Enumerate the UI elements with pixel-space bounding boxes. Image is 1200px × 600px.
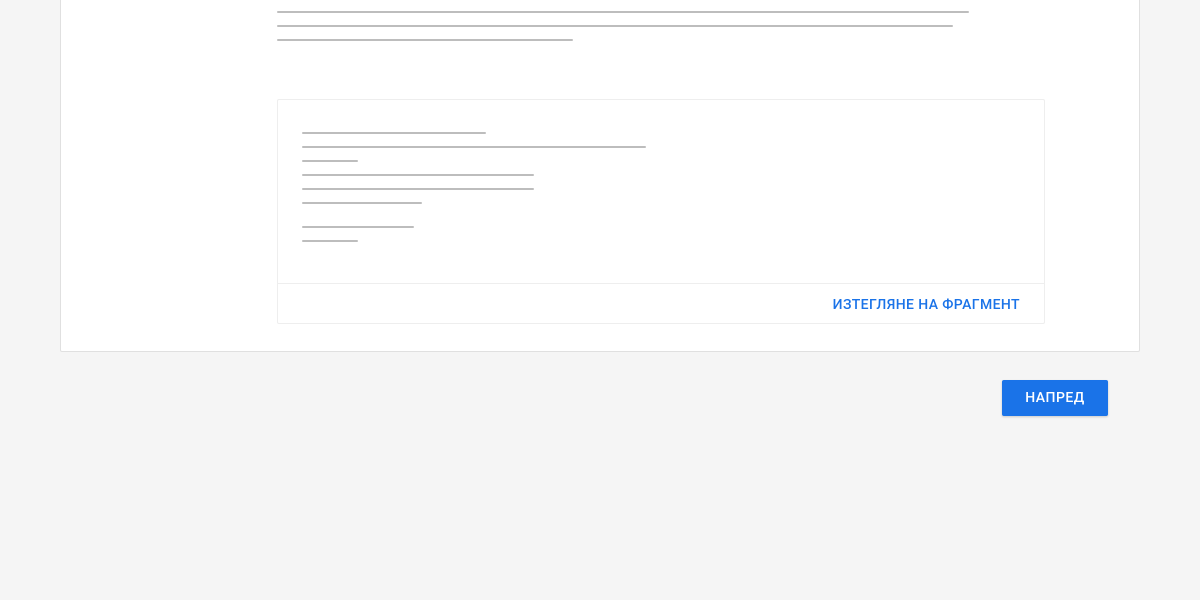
placeholder-line	[277, 25, 953, 27]
placeholder-line	[302, 132, 486, 134]
placeholder-line	[302, 174, 534, 176]
placeholder-line	[277, 11, 969, 13]
snippet-card: ИЗТЕГЛЯНЕ НА ФРАГМЕНТ	[277, 99, 1045, 324]
placeholder-line	[302, 202, 422, 204]
snippet-body	[278, 100, 1044, 283]
description-placeholder	[277, 11, 1045, 53]
next-button[interactable]: НАПРЕД	[1002, 380, 1108, 416]
content-card: ИЗТЕГЛЯНЕ НА ФРАГМЕНТ	[60, 0, 1140, 352]
placeholder-line	[302, 188, 534, 190]
snippet-footer: ИЗТЕГЛЯНЕ НА ФРАГМЕНТ	[278, 283, 1044, 325]
placeholder-line	[302, 240, 358, 242]
placeholder-line	[302, 160, 358, 162]
placeholder-line	[302, 146, 646, 148]
placeholder-line	[277, 39, 573, 41]
placeholder-line	[302, 226, 414, 228]
download-snippet-button[interactable]: ИЗТЕГЛЯНЕ НА ФРАГМЕНТ	[825, 291, 1028, 319]
